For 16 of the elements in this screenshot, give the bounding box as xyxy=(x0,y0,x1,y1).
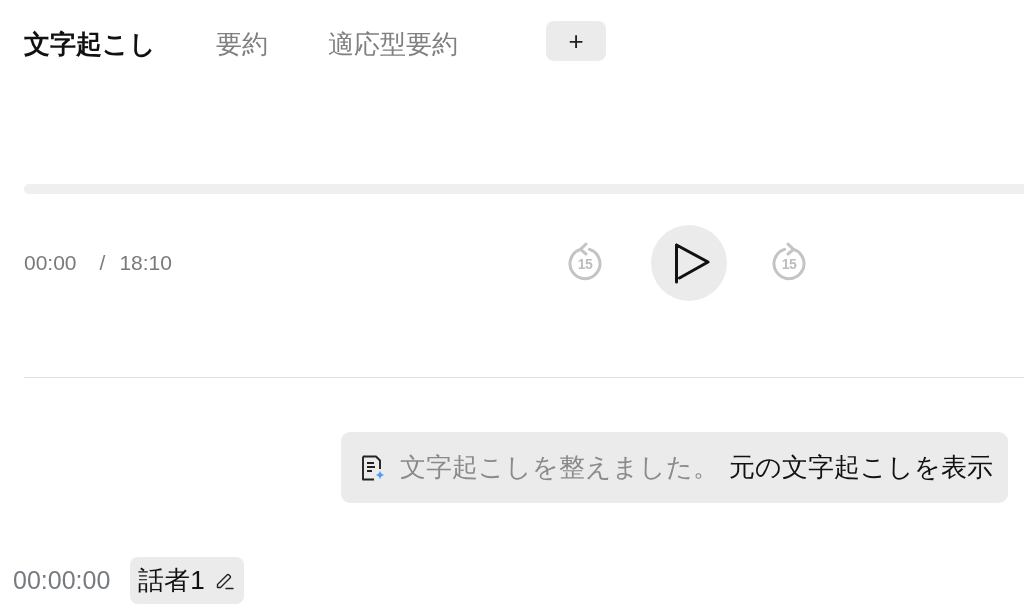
play-icon xyxy=(674,242,710,284)
clockwise-arrow-icon xyxy=(770,241,808,281)
timestamp: 00:00:00 xyxy=(13,566,111,595)
counterclockwise-arrow-icon xyxy=(566,241,604,281)
add-tab-button[interactable]: + xyxy=(546,21,606,61)
show-original-link[interactable]: 元の文字起こしを表示 xyxy=(729,450,993,485)
current-time: 00:00 xyxy=(24,251,77,275)
tab[interactable]: 適応型要約 xyxy=(328,28,458,60)
document-sparkle-icon xyxy=(361,454,385,481)
time-separator: / xyxy=(99,251,106,275)
duration: 18:10 xyxy=(119,251,172,275)
notice-message: 文字起こしを整えました。 xyxy=(400,451,719,484)
pencil-icon xyxy=(214,571,234,590)
tab[interactable]: 文字起こし xyxy=(24,28,156,60)
speaker-chip[interactable]: 話者1 xyxy=(130,557,244,604)
tab[interactable]: 要約 xyxy=(216,28,268,60)
